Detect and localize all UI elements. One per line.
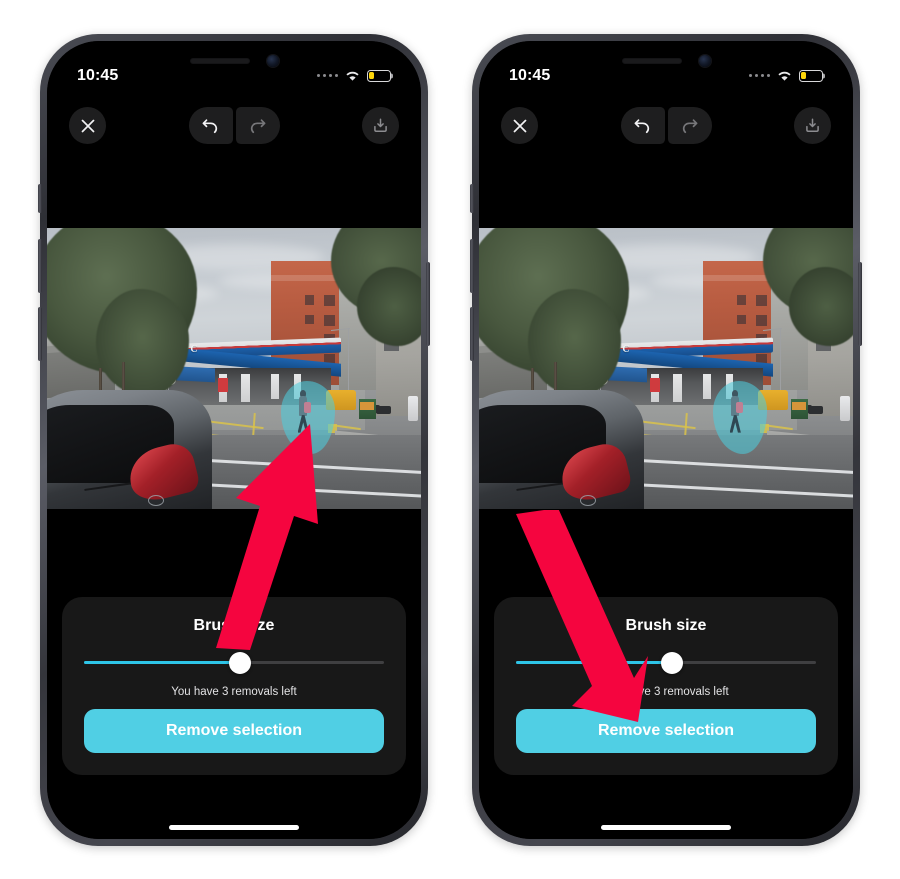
status-bar: 10:45	[47, 65, 421, 87]
car-badge-icon	[147, 494, 164, 506]
street-photo: CPC 平安自在	[47, 227, 421, 509]
yellow-taxi	[757, 390, 788, 411]
phone-right-body: 10:45 Brush size You have 3 removals lef…	[479, 40, 853, 839]
home-indicator[interactable]	[169, 824, 299, 830]
status-time: 10:45	[509, 66, 551, 84]
status-time: 10:45	[77, 66, 119, 84]
street-photo: CPC 平安自在	[479, 227, 853, 509]
earpiece-speaker-icon	[621, 57, 682, 64]
phone-right-screen: 10:45 Brush size You have 3 removals lef…	[479, 40, 853, 839]
save-button[interactable]	[794, 107, 831, 144]
close-button[interactable]	[69, 107, 106, 144]
redo-arrow-icon	[682, 119, 698, 134]
phone-left-screen: 10:45 Brush size You have 3 removals lef…	[47, 40, 421, 839]
close-x-icon	[513, 119, 526, 132]
undo-arrow-icon	[202, 119, 218, 134]
tree-left-mid	[527, 289, 622, 397]
power-button[interactable]	[858, 261, 862, 346]
brush-control-panel: Brush size You have 3 removals left Remo…	[494, 596, 838, 775]
undo-arrow-icon	[634, 119, 650, 134]
earpiece-speaker-icon	[189, 57, 250, 64]
undo-button[interactable]	[188, 107, 233, 144]
removals-left-label: You have 3 removals left	[171, 685, 297, 698]
wifi-icon	[778, 71, 791, 81]
battery-low-icon	[367, 69, 391, 82]
car-badge-icon	[579, 494, 596, 506]
status-icons	[748, 69, 823, 82]
undo-redo-group	[620, 107, 712, 144]
wifi-icon	[346, 71, 359, 81]
battery-low-icon	[799, 69, 823, 82]
remove-selection-button[interactable]: Remove selection	[516, 708, 816, 753]
distant-person	[839, 396, 850, 422]
slider-thumb[interactable]	[229, 651, 251, 674]
brush-size-slider[interactable]	[84, 651, 384, 674]
status-icons	[316, 69, 391, 82]
distant-person	[407, 396, 418, 422]
slider-thumb[interactable]	[661, 651, 683, 674]
brush-control-panel: Brush size You have 3 removals left Remo…	[62, 596, 406, 775]
volume-up-button[interactable]	[38, 238, 42, 293]
removals-left-label: You have 3 removals left	[603, 685, 729, 698]
volume-up-button[interactable]	[470, 238, 474, 293]
remove-selection-button[interactable]: Remove selection	[84, 708, 384, 753]
signal-dots-icon	[748, 73, 770, 78]
slider-fill	[84, 660, 240, 665]
redo-button[interactable]	[235, 107, 280, 144]
signal-dots-icon	[316, 73, 338, 78]
power-button[interactable]	[426, 261, 430, 346]
tree-left-mid	[95, 289, 190, 397]
undo-button[interactable]	[620, 107, 665, 144]
redo-arrow-icon	[250, 119, 266, 134]
home-indicator[interactable]	[601, 824, 731, 830]
redo-button[interactable]	[667, 107, 712, 144]
volume-down-button[interactable]	[470, 306, 474, 361]
mute-switch[interactable]	[470, 183, 474, 213]
status-bar: 10:45	[479, 65, 853, 87]
two-phone-comparison: 10:45 Brush size You have 3 removals lef…	[0, 0, 900, 879]
selected-pedestrian	[728, 390, 744, 433]
download-save-icon	[374, 118, 387, 133]
phone-left-body: 10:45 Brush size You have 3 removals lef…	[47, 40, 421, 839]
panel-title: Brush size	[625, 616, 707, 634]
brush-size-slider[interactable]	[516, 651, 816, 674]
editor-toolbar	[47, 103, 421, 149]
photo-canvas[interactable]: CPC 平安自在	[479, 227, 853, 509]
close-x-icon	[81, 119, 94, 132]
phone-right: 10:45 Brush size You have 3 removals lef…	[470, 33, 862, 846]
photo-canvas[interactable]: CPC 平安自在	[47, 227, 421, 509]
phone-left: 10:45 Brush size You have 3 removals lef…	[38, 33, 430, 846]
panel-title: Brush size	[193, 616, 275, 634]
yellow-taxi	[325, 390, 356, 411]
undo-redo-group	[188, 107, 280, 144]
volume-down-button[interactable]	[38, 306, 42, 361]
save-button[interactable]	[362, 107, 399, 144]
close-button[interactable]	[501, 107, 538, 144]
download-save-icon	[806, 118, 819, 133]
editor-toolbar	[479, 103, 853, 149]
slider-fill	[516, 660, 672, 665]
selected-pedestrian	[296, 390, 312, 433]
mute-switch[interactable]	[38, 183, 42, 213]
